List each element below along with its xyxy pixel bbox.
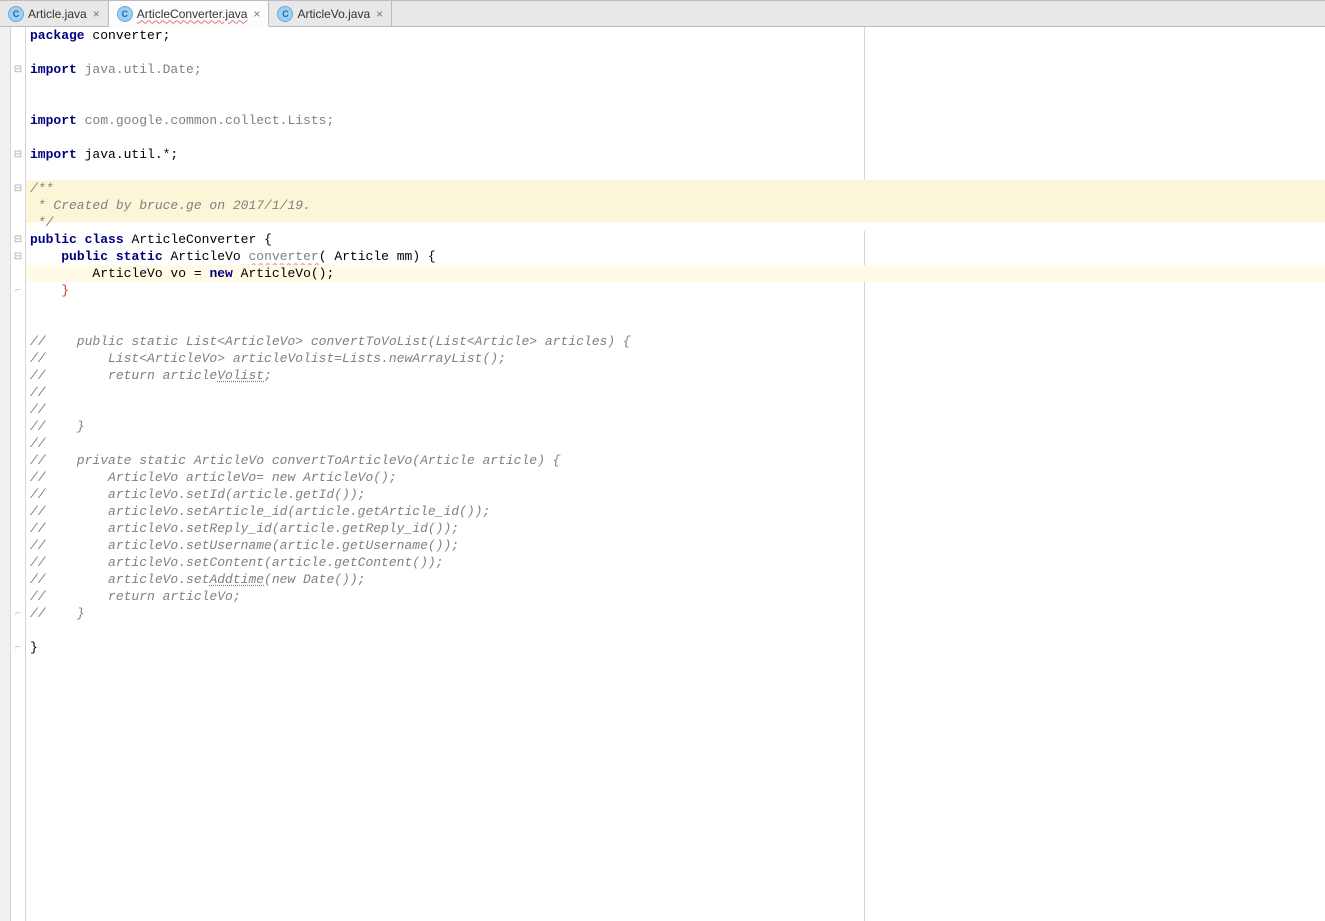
code-line[interactable] [26, 95, 1325, 112]
code-line[interactable]: // articleVo.setArticle_id(article.getAr… [26, 503, 1325, 520]
code-line[interactable]: // [26, 384, 1325, 401]
fold-end-icon[interactable] [12, 642, 24, 654]
fold-icon[interactable] [12, 183, 24, 195]
code-line[interactable]: * Created by bruce.ge on 2017/1/19. [26, 197, 1325, 214]
close-icon[interactable]: × [251, 8, 262, 20]
code-line[interactable]: ArticleVo vo = new ArticleVo(); [26, 265, 1325, 282]
fold-icon[interactable] [12, 149, 24, 161]
code-area[interactable]: package converter; import java.util.Date… [26, 27, 1325, 921]
code-line[interactable]: // } [26, 605, 1325, 622]
class-icon: C [277, 6, 293, 22]
code-line[interactable]: } [26, 639, 1325, 656]
close-icon[interactable]: × [91, 8, 102, 20]
code-line[interactable]: import java.util.*; [26, 146, 1325, 163]
code-line[interactable]: // articleVo.setId(article.getId()); [26, 486, 1325, 503]
code-line[interactable]: // public static List<ArticleVo> convert… [26, 333, 1325, 350]
code-line[interactable] [26, 78, 1325, 95]
code-line[interactable] [26, 163, 1325, 180]
class-icon: C [8, 6, 24, 22]
code-line[interactable] [26, 299, 1325, 316]
tab-article[interactable]: C Article.java × [0, 1, 109, 26]
code-line[interactable]: // ArticleVo articleVo= new ArticleVo(); [26, 469, 1325, 486]
code-line[interactable]: public static ArticleVo converter( Artic… [26, 248, 1325, 265]
code-line[interactable]: public class ArticleConverter { [26, 231, 1325, 248]
code-line[interactable]: } [26, 282, 1325, 299]
code-line[interactable]: // [26, 435, 1325, 452]
tab-article-converter[interactable]: C ArticleConverter.java × [109, 1, 270, 27]
code-line[interactable]: import com.google.common.collect.Lists; [26, 112, 1325, 129]
code-line[interactable]: package converter; [26, 27, 1325, 44]
code-line[interactable]: // [26, 401, 1325, 418]
editor: package converter; import java.util.Date… [0, 27, 1325, 921]
code-line[interactable]: // articleVo.setUsername(article.getUser… [26, 537, 1325, 554]
close-icon[interactable]: × [374, 8, 385, 20]
code-line[interactable]: // return articleVo; [26, 588, 1325, 605]
fold-gutter[interactable] [11, 27, 26, 921]
code-line[interactable] [26, 622, 1325, 639]
tab-label: Article.java [28, 7, 87, 21]
code-line[interactable]: // articleVo.setAddtime(new Date()); [26, 571, 1325, 588]
code-line[interactable]: // List<ArticleVo> articleVolist=Lists.n… [26, 350, 1325, 367]
code-line[interactable] [26, 316, 1325, 333]
fold-end-icon[interactable] [12, 285, 24, 297]
code-line[interactable]: // articleVo.setContent(article.getConte… [26, 554, 1325, 571]
code-line[interactable]: // private static ArticleVo convertToArt… [26, 452, 1325, 469]
code-line[interactable] [26, 44, 1325, 61]
left-gutter-strip [0, 27, 11, 921]
code-line[interactable] [26, 129, 1325, 146]
fold-end-icon[interactable] [12, 608, 24, 620]
editor-tab-bar: C Article.java × C ArticleConverter.java… [0, 0, 1325, 27]
fold-icon[interactable] [12, 234, 24, 246]
code-line[interactable]: // articleVo.setReply_id(article.getRepl… [26, 520, 1325, 537]
class-icon: C [117, 6, 133, 22]
code-line[interactable]: // } [26, 418, 1325, 435]
tab-article-vo[interactable]: C ArticleVo.java × [269, 1, 392, 26]
fold-icon[interactable] [12, 64, 24, 76]
tab-label: ArticleVo.java [297, 7, 370, 21]
code-line[interactable]: /** [26, 180, 1325, 197]
code-line[interactable]: import java.util.Date; [26, 61, 1325, 78]
code-line[interactable]: // return articleVolist; [26, 367, 1325, 384]
code-line[interactable]: */ [26, 214, 1325, 231]
tab-label: ArticleConverter.java [137, 7, 248, 21]
fold-icon[interactable] [12, 251, 24, 263]
